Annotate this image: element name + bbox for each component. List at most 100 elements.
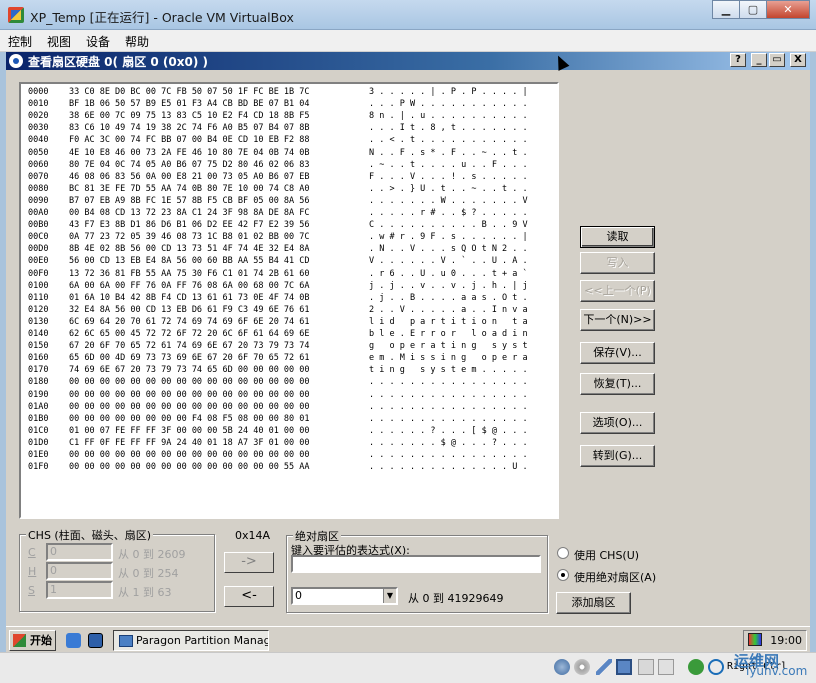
minimize-button[interactable]: ▁ xyxy=(712,0,739,19)
restore-button[interactable]: 恢复(T)... xyxy=(580,373,655,395)
hex-row-ascii: . . . . . . . $ @ . . . ? . . . xyxy=(369,437,528,448)
hex-row-bytes: 80 7E 04 0C 74 05 A0 B6 07 75 D2 80 46 0… xyxy=(69,159,310,170)
hex-row: 0040 F0 AC 3C 00 74 FC BB 07 00 B4 0E CD … xyxy=(21,135,557,147)
hex-row: 00D0 8B 4E 02 8B 56 00 CD 13 73 51 4F 74 … xyxy=(21,244,557,256)
add-sector-button[interactable]: 添加扇区 xyxy=(556,592,631,614)
hex-row-ascii: V . . . . . . V . ` . . U . A . xyxy=(369,256,528,267)
hex-row-ascii: . . . . . . . . . . . . . . U . xyxy=(369,462,528,473)
read-button[interactable]: 读取 xyxy=(580,226,655,248)
hex-row: 0170 74 69 6E 67 20 73 79 73 74 65 6D 00 … xyxy=(21,365,557,377)
cursor-offset: 0x14A xyxy=(235,529,271,542)
hex-row: 01E0 00 00 00 00 00 00 00 00 00 00 00 00 … xyxy=(21,450,557,462)
shared-folder-icon[interactable] xyxy=(638,659,654,675)
hex-row: 0030 83 C6 10 49 74 19 38 2C 74 F6 A0 B5 … xyxy=(21,123,557,135)
hex-row: 0090 B7 07 EB A9 8B FC 1E 57 8B F5 CB BF … xyxy=(21,196,557,208)
sector-range: 从 1 到 63 xyxy=(118,586,172,599)
dialog-restore-button[interactable]: ▭ xyxy=(769,53,785,67)
hex-row: 0050 4E 10 E8 46 00 73 2A FE 46 10 80 7E … xyxy=(21,148,557,160)
hex-row: 0100 6A 00 6A 00 FF 76 0A FF 76 08 6A 00 … xyxy=(21,281,557,293)
goto-button[interactable]: 转到(G)... xyxy=(580,445,655,467)
hex-row-ascii: . . . . . . ? . . . [ $ @ . . . xyxy=(369,425,528,436)
sector-field[interactable]: 1 xyxy=(46,581,113,599)
hex-row-bytes: 00 00 00 00 00 00 00 00 00 00 00 00 00 0… xyxy=(69,377,310,388)
sector-viewer-title: 查看扇区硬盘 0( 扇区 0 (0x0) ) xyxy=(28,55,208,69)
monitor-icon xyxy=(748,633,762,646)
hex-row-bytes: 74 69 6E 67 20 73 79 73 74 65 6D 00 00 0… xyxy=(69,365,310,376)
expression-input[interactable] xyxy=(291,555,541,573)
hex-row-bytes: 56 00 CD 13 EB E4 8A 56 00 60 BB AA 55 B… xyxy=(69,256,310,267)
write-button[interactable]: 写入 xyxy=(580,252,655,274)
hex-row-bytes: 00 B4 08 CD 13 72 23 8A C1 24 3F 98 8A D… xyxy=(69,208,310,218)
hex-row-offset: 0120 xyxy=(28,304,49,315)
maximize-button[interactable]: ▢ xyxy=(739,0,766,19)
menu-devices[interactable]: 设备 xyxy=(78,30,117,50)
hex-row: 00B0 43 F7 E3 8B D1 86 D6 B1 06 D2 EE 42 … xyxy=(21,220,557,232)
hex-row-bytes: 46 08 06 83 56 0A 00 E8 21 00 73 05 A0 B… xyxy=(69,171,310,182)
hex-dump-view[interactable]: 0000 33 C0 8E D0 BC 00 7C FB 50 07 50 1F … xyxy=(19,82,559,519)
menu-control[interactable]: 控制 xyxy=(0,30,39,50)
clock: 19:00 xyxy=(770,634,802,647)
hex-row: 0010 BF 1B 06 50 57 B9 E5 01 F3 A4 CB BD … xyxy=(21,99,557,111)
chs-legend: CHS (柱面、磁头、扇区) xyxy=(26,527,154,543)
head-field[interactable]: 0 xyxy=(46,562,113,580)
start-button[interactable]: 开始 xyxy=(9,630,56,651)
hex-row-bytes: BC 81 3E FE 7D 55 AA 74 0B 80 7E 10 00 7… xyxy=(69,183,310,194)
menubar: 控制 视图 设备 帮助 xyxy=(0,30,816,52)
hex-row-offset: 00F0 xyxy=(28,268,49,279)
usb-icon[interactable] xyxy=(596,659,612,675)
optical-drive-icon[interactable] xyxy=(574,659,590,675)
hex-row: 0120 32 E4 8A 56 00 CD 13 EB D6 61 F9 C3 … xyxy=(21,305,557,317)
help-button[interactable]: ? xyxy=(730,53,746,67)
harddisk-icon[interactable] xyxy=(554,659,570,675)
display-icon[interactable] xyxy=(658,659,674,675)
to-absolute-button[interactable]: -> xyxy=(224,552,274,573)
hex-row-offset: 0040 xyxy=(28,135,49,146)
dialog-close-button[interactable]: X xyxy=(790,53,806,67)
hex-row: 0020 38 6E 00 7C 09 75 13 83 C5 10 E2 F4 … xyxy=(21,111,557,123)
menu-view[interactable]: 视图 xyxy=(39,30,78,50)
hex-row-bytes: 00 00 00 00 00 00 00 00 00 00 00 00 00 0… xyxy=(69,462,310,473)
hex-row-offset: 01C0 xyxy=(28,425,49,436)
hex-row-bytes: 01 6A 10 B4 42 8B F4 CD 13 61 61 73 0E 4… xyxy=(69,292,310,303)
hex-row-ascii: . . < . t . . . . . . . . . . . xyxy=(369,135,528,146)
save-button[interactable]: 保存(V)... xyxy=(580,342,655,364)
hex-row-ascii: . . . . . r # . . $ ? . . . . . xyxy=(369,208,528,218)
hex-row-ascii: . N . . V . . . s Q O t N 2 . . xyxy=(369,244,528,255)
next-button[interactable]: 下一个(N)>> xyxy=(580,309,655,331)
hex-row-ascii: . . . . . . . . . . . . . . . . xyxy=(369,450,528,460)
watermark-url: iyunv.com xyxy=(746,664,808,678)
cylinder-range: 从 0 到 2609 xyxy=(118,548,186,561)
to-chs-button[interactable]: <- xyxy=(224,586,274,607)
chevron-down-icon[interactable]: ▼ xyxy=(383,589,396,603)
hex-row: 00A0 00 B4 08 CD 13 72 23 8A C1 24 3F 98 … xyxy=(21,208,557,220)
hex-row-ascii: N . . F . s * . F . . ~ . . t . xyxy=(369,147,528,158)
hex-row-offset: 0030 xyxy=(28,123,49,134)
hex-row-bytes: 83 C6 10 49 74 19 38 2C 74 F6 A0 B5 07 B… xyxy=(69,123,310,134)
close-button[interactable]: ✕ xyxy=(766,0,810,19)
cylinder-field[interactable]: 0 xyxy=(46,543,113,561)
quicklaunch-desktop-icon[interactable] xyxy=(88,633,103,648)
hex-row-offset: 0190 xyxy=(28,389,49,400)
prev-button[interactable]: <<上一个(P) xyxy=(580,280,655,302)
sector-select[interactable]: 0 ▼ xyxy=(291,587,398,605)
hex-row-bytes: F0 AC 3C 00 74 FC BB 07 00 B4 0E CD 10 E… xyxy=(69,135,310,146)
menu-help[interactable]: 帮助 xyxy=(117,30,156,50)
hex-row-ascii: . . . . . . . . . . . . . . . . xyxy=(369,413,528,424)
chs-h-label: H xyxy=(28,565,37,578)
options-button[interactable]: 选项(O)... xyxy=(580,412,655,434)
taskbar-item-paragon[interactable]: Paragon Partition Manag... xyxy=(113,630,269,651)
dialog-minimize-button[interactable]: _ xyxy=(751,53,767,67)
keyboard-capture-icon[interactable] xyxy=(708,659,724,675)
hex-row-offset: 0140 xyxy=(28,329,49,339)
hex-row-ascii: . . > . } U . t . . ~ . . t . . xyxy=(369,183,528,194)
hex-row-bytes: C1 FF 0F FE FF FF 9A 24 40 01 18 A7 3F 0… xyxy=(69,437,310,448)
sector-select-value: 0 xyxy=(295,589,302,602)
mouse-integration-icon[interactable] xyxy=(688,659,704,675)
hex-row-offset: 00E0 xyxy=(28,256,49,267)
use-absolute-radio[interactable] xyxy=(557,569,569,581)
use-chs-radio[interactable] xyxy=(557,547,569,559)
use-chs-label: 使用 CHS(U) xyxy=(574,549,640,562)
network-icon[interactable] xyxy=(616,659,632,675)
hex-row-ascii: . r 6 . . U . u 0 . . . t + a ` xyxy=(369,268,528,279)
quicklaunch-ie-icon[interactable] xyxy=(66,633,81,648)
